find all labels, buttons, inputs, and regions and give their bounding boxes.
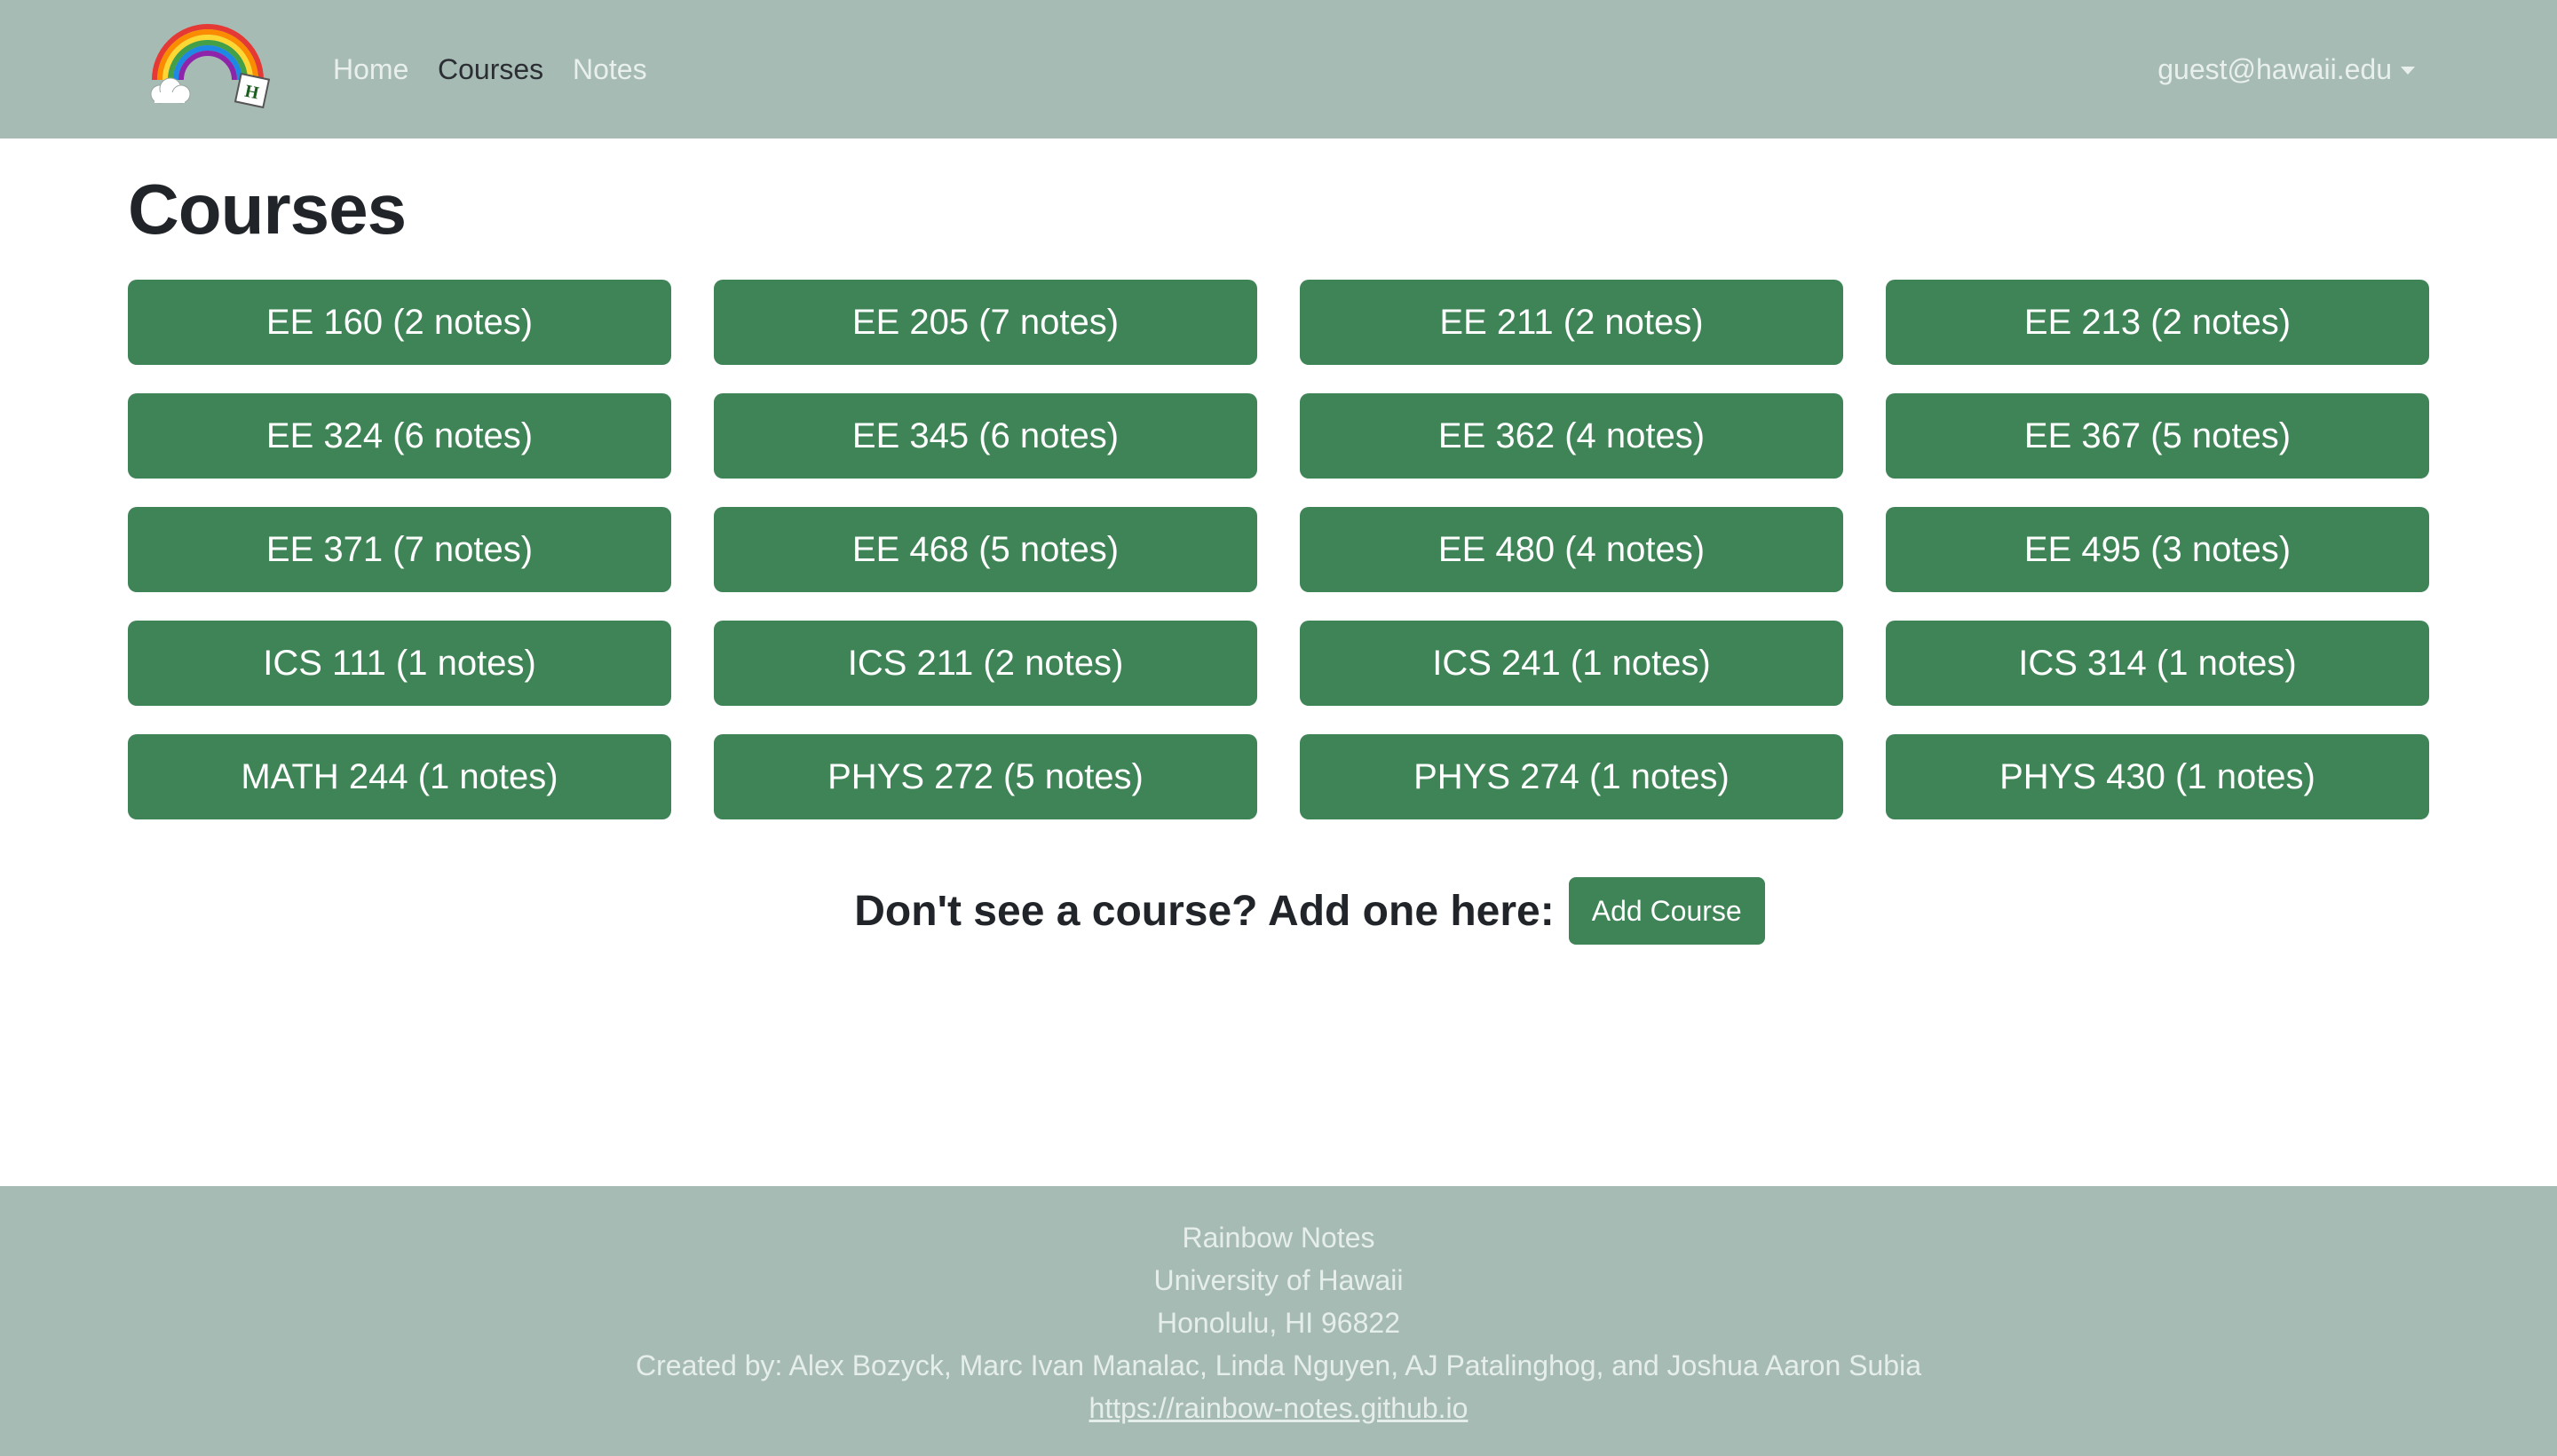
course-button[interactable]: ICS 241 (1 notes) xyxy=(1300,621,1843,706)
course-button[interactable]: PHYS 272 (5 notes) xyxy=(714,734,1257,819)
footer: Rainbow Notes University of Hawaii Honol… xyxy=(0,1186,2557,1456)
course-button[interactable]: PHYS 274 (1 notes) xyxy=(1300,734,1843,819)
course-button[interactable]: ICS 211 (2 notes) xyxy=(714,621,1257,706)
course-button[interactable]: EE 367 (5 notes) xyxy=(1886,393,2429,479)
course-button[interactable]: EE 160 (2 notes) xyxy=(128,280,671,365)
course-button[interactable]: EE 362 (4 notes) xyxy=(1300,393,1843,479)
course-button[interactable]: EE 324 (6 notes) xyxy=(128,393,671,479)
course-button[interactable]: EE 213 (2 notes) xyxy=(1886,280,2429,365)
course-button[interactable]: EE 211 (2 notes) xyxy=(1300,280,1843,365)
nav-link-notes[interactable]: Notes xyxy=(573,50,647,89)
course-button[interactable]: ICS 111 (1 notes) xyxy=(128,621,671,706)
footer-credits: Created by: Alex Bozyck, Marc Ivan Manal… xyxy=(636,1349,1921,1381)
footer-link[interactable]: https://rainbow-notes.github.io xyxy=(1089,1392,1468,1424)
course-button[interactable]: MATH 244 (1 notes) xyxy=(128,734,671,819)
footer-university: University of Hawaii xyxy=(1153,1264,1404,1296)
footer-address: Honolulu, HI 96822 xyxy=(1157,1307,1400,1339)
course-button[interactable]: EE 480 (4 notes) xyxy=(1300,507,1843,592)
footer-site-name: Rainbow Notes xyxy=(1182,1222,1375,1254)
course-button[interactable]: EE 345 (6 notes) xyxy=(714,393,1257,479)
add-course-button[interactable]: Add Course xyxy=(1568,877,1765,945)
page-title: Courses xyxy=(128,170,407,249)
caret-down-icon xyxy=(2401,66,2415,75)
course-button[interactable]: ICS 314 (1 notes) xyxy=(1886,621,2429,706)
course-button[interactable]: EE 205 (7 notes) xyxy=(714,280,1257,365)
nav-link-courses[interactable]: Courses xyxy=(438,50,543,89)
rainbow-logo[interactable]: H xyxy=(142,21,284,114)
course-button[interactable]: PHYS 430 (1 notes) xyxy=(1886,734,2429,819)
navbar: H Home Courses Notes guest@hawaii.edu xyxy=(0,0,2557,138)
add-course-prompt: Don't see a course? Add one here: xyxy=(854,887,1555,935)
course-button[interactable]: EE 371 (7 notes) xyxy=(128,507,671,592)
add-course-row: Don't see a course? Add one here: Add Co… xyxy=(0,877,2557,945)
course-grid: EE 160 (2 notes) EE 205 (7 notes) EE 211… xyxy=(128,280,2429,819)
course-button[interactable]: EE 495 (3 notes) xyxy=(1886,507,2429,592)
user-email: guest@hawaii.edu xyxy=(2157,53,2392,85)
user-dropdown[interactable]: guest@hawaii.edu xyxy=(2157,50,2415,89)
course-button[interactable]: EE 468 (5 notes) xyxy=(714,507,1257,592)
nav-link-home[interactable]: Home xyxy=(333,50,408,89)
